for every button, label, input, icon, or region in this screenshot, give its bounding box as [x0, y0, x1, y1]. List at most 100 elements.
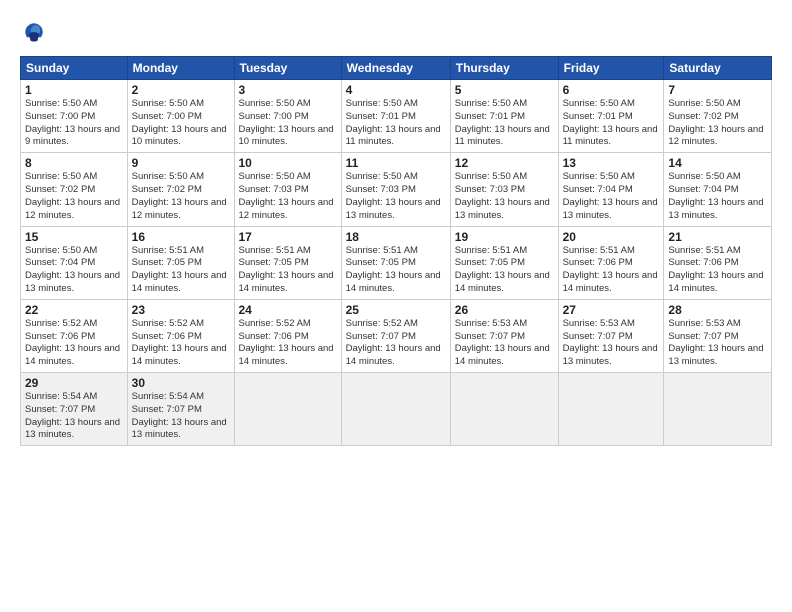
- day-info: Sunrise: 5:50 AMSunset: 7:03 PMDaylight:…: [239, 171, 337, 222]
- day-info: Sunrise: 5:50 AMSunset: 7:01 PMDaylight:…: [455, 98, 554, 149]
- day-number: 7: [668, 83, 767, 97]
- day-info: Sunrise: 5:50 AMSunset: 7:01 PMDaylight:…: [563, 98, 660, 149]
- table-row: 14Sunrise: 5:50 AMSunset: 7:04 PMDayligh…: [664, 153, 772, 226]
- table-row: 24Sunrise: 5:52 AMSunset: 7:06 PMDayligh…: [234, 299, 341, 372]
- table-row: [341, 373, 450, 446]
- day-number: 26: [455, 303, 554, 317]
- day-info: Sunrise: 5:50 AMSunset: 7:00 PMDaylight:…: [239, 98, 337, 149]
- table-row: 16Sunrise: 5:51 AMSunset: 7:05 PMDayligh…: [127, 226, 234, 299]
- table-row: [664, 373, 772, 446]
- table-row: 7Sunrise: 5:50 AMSunset: 7:02 PMDaylight…: [664, 80, 772, 153]
- day-number: 19: [455, 230, 554, 244]
- table-row: 3Sunrise: 5:50 AMSunset: 7:00 PMDaylight…: [234, 80, 341, 153]
- day-number: 28: [668, 303, 767, 317]
- table-row: 30Sunrise: 5:54 AMSunset: 7:07 PMDayligh…: [127, 373, 234, 446]
- table-row: [234, 373, 341, 446]
- col-thursday: Thursday: [450, 57, 558, 80]
- table-row: [558, 373, 664, 446]
- logo: [20, 18, 52, 46]
- day-number: 13: [563, 156, 660, 170]
- day-info: Sunrise: 5:50 AMSunset: 7:00 PMDaylight:…: [132, 98, 230, 149]
- table-row: 29Sunrise: 5:54 AMSunset: 7:07 PMDayligh…: [21, 373, 128, 446]
- day-info: Sunrise: 5:50 AMSunset: 7:02 PMDaylight:…: [668, 98, 767, 149]
- table-row: 23Sunrise: 5:52 AMSunset: 7:06 PMDayligh…: [127, 299, 234, 372]
- table-row: 4Sunrise: 5:50 AMSunset: 7:01 PMDaylight…: [341, 80, 450, 153]
- day-info: Sunrise: 5:50 AMSunset: 7:01 PMDaylight:…: [346, 98, 446, 149]
- day-info: Sunrise: 5:53 AMSunset: 7:07 PMDaylight:…: [563, 318, 660, 369]
- col-wednesday: Wednesday: [341, 57, 450, 80]
- day-number: 9: [132, 156, 230, 170]
- day-info: Sunrise: 5:50 AMSunset: 7:04 PMDaylight:…: [25, 245, 123, 296]
- table-row: 18Sunrise: 5:51 AMSunset: 7:05 PMDayligh…: [341, 226, 450, 299]
- col-monday: Monday: [127, 57, 234, 80]
- table-row: 26Sunrise: 5:53 AMSunset: 7:07 PMDayligh…: [450, 299, 558, 372]
- table-row: 1Sunrise: 5:50 AMSunset: 7:00 PMDaylight…: [21, 80, 128, 153]
- day-number: 2: [132, 83, 230, 97]
- day-number: 18: [346, 230, 446, 244]
- day-info: Sunrise: 5:53 AMSunset: 7:07 PMDaylight:…: [455, 318, 554, 369]
- day-number: 25: [346, 303, 446, 317]
- day-number: 12: [455, 156, 554, 170]
- table-row: 20Sunrise: 5:51 AMSunset: 7:06 PMDayligh…: [558, 226, 664, 299]
- day-info: Sunrise: 5:51 AMSunset: 7:05 PMDaylight:…: [455, 245, 554, 296]
- table-row: 2Sunrise: 5:50 AMSunset: 7:00 PMDaylight…: [127, 80, 234, 153]
- calendar-table: Sunday Monday Tuesday Wednesday Thursday…: [20, 56, 772, 446]
- day-info: Sunrise: 5:51 AMSunset: 7:06 PMDaylight:…: [668, 245, 767, 296]
- day-number: 17: [239, 230, 337, 244]
- col-saturday: Saturday: [664, 57, 772, 80]
- table-row: 13Sunrise: 5:50 AMSunset: 7:04 PMDayligh…: [558, 153, 664, 226]
- day-number: 4: [346, 83, 446, 97]
- day-number: 22: [25, 303, 123, 317]
- table-row: 12Sunrise: 5:50 AMSunset: 7:03 PMDayligh…: [450, 153, 558, 226]
- day-number: 3: [239, 83, 337, 97]
- page-header: [20, 18, 772, 46]
- day-info: Sunrise: 5:54 AMSunset: 7:07 PMDaylight:…: [25, 391, 123, 442]
- table-row: 6Sunrise: 5:50 AMSunset: 7:01 PMDaylight…: [558, 80, 664, 153]
- day-info: Sunrise: 5:51 AMSunset: 7:05 PMDaylight:…: [132, 245, 230, 296]
- day-number: 8: [25, 156, 123, 170]
- day-number: 5: [455, 83, 554, 97]
- table-row: 25Sunrise: 5:52 AMSunset: 7:07 PMDayligh…: [341, 299, 450, 372]
- day-info: Sunrise: 5:50 AMSunset: 7:04 PMDaylight:…: [563, 171, 660, 222]
- day-number: 21: [668, 230, 767, 244]
- day-info: Sunrise: 5:53 AMSunset: 7:07 PMDaylight:…: [668, 318, 767, 369]
- table-row: [450, 373, 558, 446]
- day-info: Sunrise: 5:50 AMSunset: 7:03 PMDaylight:…: [346, 171, 446, 222]
- day-number: 6: [563, 83, 660, 97]
- logo-icon: [20, 18, 48, 46]
- day-info: Sunrise: 5:51 AMSunset: 7:05 PMDaylight:…: [346, 245, 446, 296]
- header-row: Sunday Monday Tuesday Wednesday Thursday…: [21, 57, 772, 80]
- day-info: Sunrise: 5:50 AMSunset: 7:00 PMDaylight:…: [25, 98, 123, 149]
- day-info: Sunrise: 5:51 AMSunset: 7:05 PMDaylight:…: [239, 245, 337, 296]
- day-number: 16: [132, 230, 230, 244]
- day-info: Sunrise: 5:52 AMSunset: 7:07 PMDaylight:…: [346, 318, 446, 369]
- day-number: 1: [25, 83, 123, 97]
- table-row: 19Sunrise: 5:51 AMSunset: 7:05 PMDayligh…: [450, 226, 558, 299]
- table-row: 22Sunrise: 5:52 AMSunset: 7:06 PMDayligh…: [21, 299, 128, 372]
- table-row: 27Sunrise: 5:53 AMSunset: 7:07 PMDayligh…: [558, 299, 664, 372]
- day-number: 10: [239, 156, 337, 170]
- day-info: Sunrise: 5:52 AMSunset: 7:06 PMDaylight:…: [132, 318, 230, 369]
- table-row: 11Sunrise: 5:50 AMSunset: 7:03 PMDayligh…: [341, 153, 450, 226]
- day-info: Sunrise: 5:50 AMSunset: 7:02 PMDaylight:…: [25, 171, 123, 222]
- day-number: 11: [346, 156, 446, 170]
- day-number: 27: [563, 303, 660, 317]
- day-number: 20: [563, 230, 660, 244]
- table-row: 15Sunrise: 5:50 AMSunset: 7:04 PMDayligh…: [21, 226, 128, 299]
- table-row: 21Sunrise: 5:51 AMSunset: 7:06 PMDayligh…: [664, 226, 772, 299]
- day-info: Sunrise: 5:51 AMSunset: 7:06 PMDaylight:…: [563, 245, 660, 296]
- table-row: 17Sunrise: 5:51 AMSunset: 7:05 PMDayligh…: [234, 226, 341, 299]
- day-number: 29: [25, 376, 123, 390]
- day-number: 23: [132, 303, 230, 317]
- table-row: 5Sunrise: 5:50 AMSunset: 7:01 PMDaylight…: [450, 80, 558, 153]
- col-tuesday: Tuesday: [234, 57, 341, 80]
- table-row: 10Sunrise: 5:50 AMSunset: 7:03 PMDayligh…: [234, 153, 341, 226]
- day-number: 30: [132, 376, 230, 390]
- day-info: Sunrise: 5:52 AMSunset: 7:06 PMDaylight:…: [239, 318, 337, 369]
- day-info: Sunrise: 5:54 AMSunset: 7:07 PMDaylight:…: [132, 391, 230, 442]
- col-sunday: Sunday: [21, 57, 128, 80]
- day-info: Sunrise: 5:52 AMSunset: 7:06 PMDaylight:…: [25, 318, 123, 369]
- day-number: 15: [25, 230, 123, 244]
- table-row: 28Sunrise: 5:53 AMSunset: 7:07 PMDayligh…: [664, 299, 772, 372]
- table-row: 9Sunrise: 5:50 AMSunset: 7:02 PMDaylight…: [127, 153, 234, 226]
